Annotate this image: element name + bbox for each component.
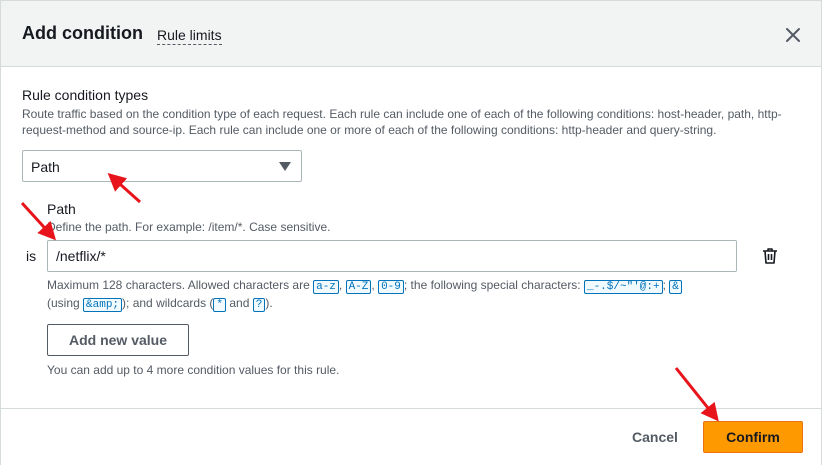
dialog-footer — [0, 408, 822, 465]
constraint-text: Maximum 128 characters. Allowed characte… — [47, 278, 314, 292]
condition-type-selected-value: Path — [31, 159, 60, 175]
token-special-chars: _-.$/~"'@:+ — [583, 280, 663, 294]
token-digits: 0-9 — [378, 280, 404, 294]
add-new-value-button[interactable]: Add new value — [47, 324, 189, 356]
caret-down-icon — [279, 162, 291, 171]
token-question: ? — [252, 298, 266, 312]
path-constraint-text: Maximum 128 characters. Allowed characte… — [47, 277, 747, 313]
token-star: * — [213, 298, 227, 312]
cancel-button[interactable]: Cancel — [620, 421, 690, 453]
token-ampersand: & — [669, 280, 682, 294]
rule-condition-types-description: Route traffic based on the condition typ… — [22, 107, 782, 137]
path-description: Define the path. For example: /item/*. C… — [47, 220, 331, 234]
trash-icon — [763, 248, 777, 264]
rule-condition-types-label: Rule condition types — [22, 87, 149, 103]
constraint-sep: , — [338, 278, 346, 292]
token-lowercase: a-z — [313, 280, 339, 294]
path-label: Path — [47, 201, 76, 217]
close-button[interactable] — [782, 24, 804, 46]
rule-limits-link[interactable]: Rule limits — [157, 27, 222, 45]
remove-value-button[interactable] — [760, 246, 780, 266]
token-amp-escaped: &amp; — [83, 298, 123, 312]
operator-label: is — [26, 248, 37, 264]
close-icon — [786, 28, 800, 42]
confirm-button[interactable]: Confirm — [703, 421, 803, 453]
condition-type-select[interactable]: Path — [22, 150, 302, 182]
token-uppercase: A-Z — [345, 280, 372, 294]
dialog-title: Add condition — [22, 23, 143, 43]
constraint-text: and — [226, 296, 253, 310]
constraint-text: (using — [47, 296, 84, 310]
add-value-hint: You can add up to 4 more condition value… — [47, 363, 340, 377]
constraint-text: ); and wildcards ( — [122, 296, 214, 310]
path-value-input[interactable] — [47, 240, 737, 272]
constraint-text: ). — [265, 296, 273, 310]
constraint-text: ; the following special characters: — [403, 278, 584, 292]
